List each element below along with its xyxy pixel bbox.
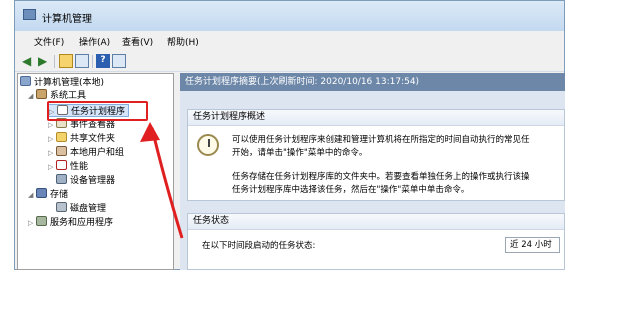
expand-triangle-icon[interactable]: ▷ [48, 161, 56, 174]
menu-help[interactable]: 帮助(H) [167, 35, 199, 48]
forward-arrow-icon[interactable]: ▶ [38, 54, 52, 68]
disk-icon [56, 202, 67, 212]
overview-text-line: 开始，请单击"操作"菜单中的命令。 [232, 148, 368, 158]
overview-section: 任务计划程序概述 可以使用任务计划程序来创建和管理计算机将在所指定的时间自动执行… [187, 109, 565, 201]
shared-folder-icon [56, 132, 67, 142]
users-icon [56, 146, 67, 156]
task-status-section: 任务状态 在以下时间段启动的任务状态: 近 24 小时 [187, 213, 565, 270]
tree-item-label: 本地用户和组 [70, 148, 125, 158]
expand-triangle-icon[interactable]: ▷ [48, 133, 56, 146]
services-icon [36, 216, 47, 226]
toolbar-separator [54, 55, 55, 68]
tree-item-label: 设备管理器 [70, 176, 116, 186]
tree-item-device-manager[interactable]: 设备管理器 [56, 174, 115, 187]
title-bar: 计算机管理 [15, 1, 564, 31]
computer-icon [20, 76, 31, 86]
performance-icon [56, 160, 67, 170]
expand-triangle-icon[interactable]: ▷ [48, 147, 56, 160]
tree-item-storage[interactable]: ◢ 存储 [28, 188, 68, 201]
tree-item-label: 性能 [70, 162, 89, 172]
computer-management-icon [23, 9, 36, 20]
device-manager-icon [56, 174, 67, 184]
menu-file[interactable]: 文件(F) [34, 35, 64, 48]
tree-item-services-apps[interactable]: ▷ 服务和应用程序 [28, 216, 113, 229]
show-hide-tree-icon[interactable] [75, 54, 89, 68]
collapse-triangle-icon[interactable]: ◢ [28, 90, 36, 103]
tree-item-label: 系统工具 [50, 91, 87, 101]
overview-title[interactable]: 任务计划程序概述 [188, 110, 564, 126]
toolbar: ◀ ▶ ? [15, 51, 564, 72]
tree-item-root[interactable]: 计算机管理(本地) [20, 76, 104, 89]
tools-icon [36, 89, 47, 99]
properties-icon[interactable] [112, 54, 126, 68]
menu-view[interactable]: 查看(V) [122, 35, 153, 48]
tree-item-label: 事件查看器 [70, 120, 116, 130]
menu-action[interactable]: 操作(A) [79, 35, 110, 48]
storage-icon [36, 188, 47, 198]
menu-bar: 文件(F) 操作(A) 查看(V) 帮助(H) [15, 33, 564, 49]
toolbar-separator [92, 55, 93, 68]
tree-item-shared-folders[interactable]: ▷ 共享文件夹 [48, 132, 115, 145]
tree-item-disk-management[interactable]: 磁盘管理 [56, 202, 106, 215]
task-status-label: 在以下时间段启动的任务状态: [202, 241, 316, 251]
overview-text-line: 任务存储在任务计划程序库的文件夹中。若要查看单独任务上的操作或执行该操 [232, 172, 530, 182]
overview-text-line: 任务计划程序库中选择该任务，然后在"操作"菜单中单击命令。 [232, 185, 470, 195]
red-highlight-box [47, 101, 148, 121]
details-pane: 任务计划程序摘要(上次刷新时间: 2020/10/16 13:17:54) 任务… [180, 73, 565, 270]
summary-content: 任务计划程序概述 可以使用任务计划程序来创建和管理计算机将在所指定的时间自动执行… [180, 91, 565, 270]
back-arrow-icon[interactable]: ◀ [22, 54, 36, 68]
help-icon[interactable]: ? [96, 54, 110, 68]
tree-item-label: 磁盘管理 [70, 204, 107, 214]
overview-text-line: 可以使用任务计划程序来创建和管理计算机将在所指定的时间自动执行的常见任 [232, 135, 530, 145]
tree-item-label: 计算机管理(本地) [34, 78, 105, 88]
expand-triangle-icon[interactable]: ▷ [28, 217, 36, 230]
tree-item-local-users[interactable]: ▷ 本地用户和组 [48, 146, 124, 159]
up-folder-icon[interactable] [59, 54, 73, 68]
window-title: 计算机管理 [42, 14, 92, 25]
tree-item-label: 共享文件夹 [70, 134, 116, 144]
tree-item-performance[interactable]: ▷ 性能 [48, 160, 88, 173]
task-scheduler-clock-icon [197, 134, 219, 156]
summary-header: 任务计划程序摘要(上次刷新时间: 2020/10/16 13:17:54) [180, 73, 565, 91]
time-range-select[interactable]: 近 24 小时 [505, 237, 560, 253]
task-status-title[interactable]: 任务状态 [188, 214, 564, 230]
collapse-triangle-icon[interactable]: ◢ [28, 189, 36, 202]
tree-item-label: 存储 [50, 190, 69, 200]
tree-item-label: 服务和应用程序 [50, 218, 114, 228]
